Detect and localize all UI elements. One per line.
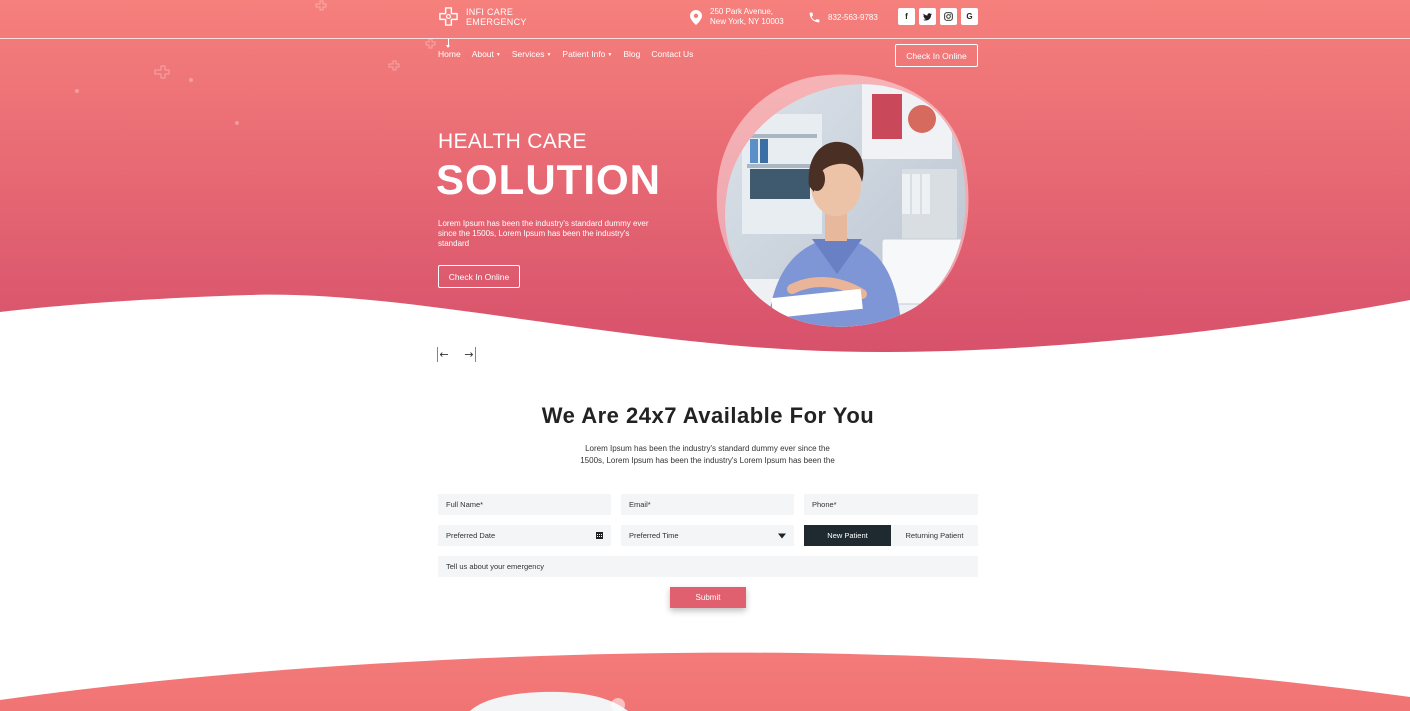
phone[interactable]: 832-563-9783: [808, 11, 878, 24]
chevron-down-icon: ▼: [546, 52, 552, 58]
hero-description: Lorem Ipsum has been the industry's stan…: [438, 219, 649, 248]
address-line1: 250 Park Avenue,: [710, 7, 774, 16]
check-in-online-nav-button[interactable]: Check In Online: [895, 44, 978, 67]
full-name-field[interactable]: Full Name*: [438, 494, 611, 515]
twitter-icon[interactable]: [919, 8, 936, 25]
preferred-time-select[interactable]: Preferred Time: [621, 525, 794, 546]
slider-prev-button[interactable]: ←: [437, 347, 450, 362]
nav-item-contact-us[interactable]: Contact Us: [651, 49, 693, 59]
phone-field[interactable]: Phone*: [804, 494, 978, 515]
chevron-down-icon: ▼: [607, 52, 613, 58]
full-name-placeholder: Full Name*: [446, 500, 484, 509]
hero-background: [0, 0, 1410, 360]
new-patient-option[interactable]: New Patient: [804, 525, 891, 546]
main-nav: Home About ▼ Services ▼ Patient Info ▼ Blog…: [438, 49, 693, 59]
top-bar: INFI CARE EMERGENCY 250 Park Avenue, New…: [0, 0, 1410, 38]
brand-name-line2: EMERGENCY: [466, 16, 527, 27]
nav-item-patient-info[interactable]: Patient Info ▼: [562, 49, 612, 59]
slider-next-button[interactable]: →: [463, 347, 476, 362]
section-title: We Are 24x7 Available For You: [541, 403, 875, 428]
map-pin-icon: [690, 9, 702, 25]
returning-patient-option[interactable]: Returning Patient: [891, 525, 978, 546]
chevron-down-icon: [778, 531, 786, 540]
brand-name: INFI CARE EMERGENCY: [466, 7, 527, 27]
section-description: Lorem Ipsum has been the industry's stan…: [580, 444, 835, 465]
logo[interactable]: INFI CARE EMERGENCY: [438, 6, 527, 27]
arrow-right-icon: →: [464, 348, 474, 361]
google-icon[interactable]: G: [961, 8, 978, 25]
top-bar-divider: [0, 38, 1410, 39]
emergency-message-placeholder: Tell us about your emergency: [446, 562, 544, 571]
patient-type-toggle: New Patient Returning Patient: [804, 525, 978, 546]
preferred-time-placeholder: Preferred Time: [629, 531, 679, 540]
email-placeholder: Email*: [629, 500, 651, 509]
chevron-down-icon: ▼: [495, 52, 501, 58]
nav-item-home[interactable]: Home: [438, 49, 461, 59]
email-field[interactable]: Email*: [621, 494, 794, 515]
cross-logo-icon: [439, 7, 458, 26]
brand-name-line1: INFI CARE: [466, 6, 514, 17]
instagram-icon[interactable]: [940, 8, 957, 25]
arrow-left-icon: ←: [439, 348, 449, 361]
preferred-date-placeholder: Preferred Date: [446, 531, 496, 540]
address-line2: New York, NY 10003: [710, 17, 784, 26]
submit-button[interactable]: Submit: [670, 587, 746, 608]
emergency-message-field[interactable]: Tell us about your emergency: [438, 556, 978, 577]
phone-number: 832-563-9783: [828, 13, 878, 22]
nav-item-blog[interactable]: Blog: [623, 49, 640, 59]
hero-title: SOLUTION: [436, 156, 661, 203]
phone-icon: [809, 12, 820, 23]
nav-item-about[interactable]: About ▼: [472, 49, 501, 59]
bottom-wave-background: [0, 645, 1410, 711]
nav-item-services[interactable]: Services ▼: [512, 49, 552, 59]
facebook-icon[interactable]: f: [898, 8, 915, 25]
social-links: f G: [898, 8, 978, 25]
active-nav-indicator: [446, 39, 450, 48]
check-in-online-hero-button[interactable]: Check In Online: [438, 265, 520, 288]
calendar-icon: [596, 531, 603, 541]
phone-placeholder: Phone*: [812, 500, 837, 509]
preferred-date-field[interactable]: Preferred Date: [438, 525, 611, 546]
hero-doctor-image: [712, 74, 970, 332]
address: 250 Park Avenue, New York, NY 10003: [690, 7, 784, 27]
hero-subtitle: HEALTH CARE: [438, 130, 587, 153]
